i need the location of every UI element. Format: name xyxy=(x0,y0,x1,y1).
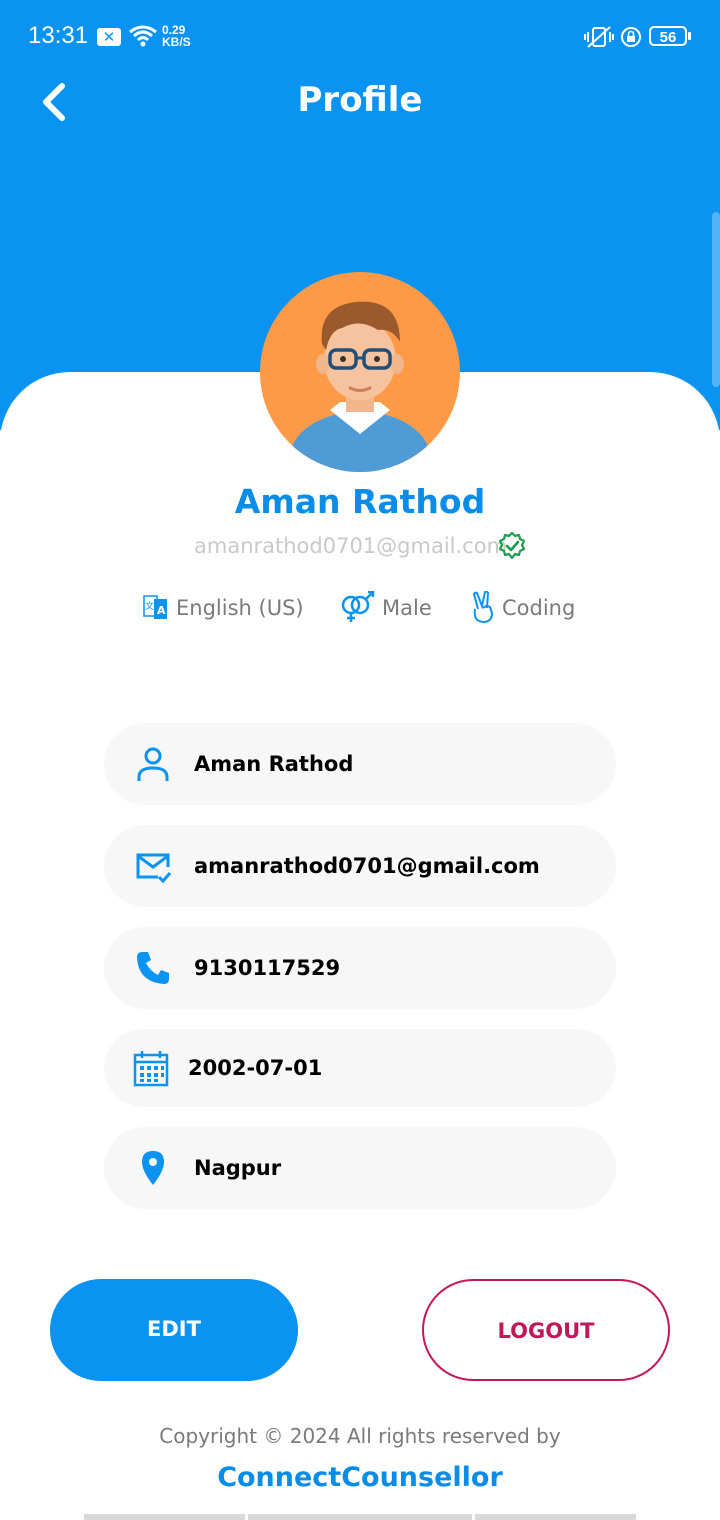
field-dob-value: 2002-07-01 xyxy=(188,1056,323,1080)
peace-hand-icon xyxy=(472,591,494,624)
field-name: Aman Rathod xyxy=(104,723,616,805)
network-speed: 0.29 KB/S xyxy=(162,24,191,48)
chip-interest: Coding xyxy=(470,588,575,628)
bottom-divider xyxy=(248,1514,472,1520)
rotation-lock-icon xyxy=(621,27,641,47)
person-icon xyxy=(137,747,169,781)
field-location-value: Nagpur xyxy=(194,1156,282,1180)
status-bar: 13:31 ✕ 0.29 KB/S 56 xyxy=(0,0,720,72)
page-title: Profile xyxy=(297,80,423,120)
phone-icon xyxy=(137,952,169,984)
field-name-value: Aman Rathod xyxy=(194,752,354,776)
status-time: 13:31 xyxy=(28,22,89,49)
translate-icon: A 文 xyxy=(143,595,167,619)
location-pin-icon xyxy=(142,1151,164,1185)
edit-button[interactable]: EDIT xyxy=(50,1279,298,1381)
profile-name: Aman Rathod xyxy=(234,482,486,521)
scroll-indicator[interactable] xyxy=(712,212,720,387)
svg-text:文: 文 xyxy=(145,600,154,612)
avatar xyxy=(260,272,460,472)
profile-email: amanrathod0701@gmail.com xyxy=(194,534,508,558)
bottom-divider xyxy=(84,1514,245,1520)
battery-indicator: 56 xyxy=(649,26,687,46)
vibrate-off-icon xyxy=(584,26,614,48)
notification-x-icon: ✕ xyxy=(97,28,121,46)
email-check-icon xyxy=(136,853,172,884)
svg-text:A: A xyxy=(157,604,166,617)
chip-gender: Male xyxy=(338,588,432,628)
avatar-illustration xyxy=(290,301,430,472)
field-phone: 9130117529 xyxy=(104,927,616,1009)
field-email: amanrathod0701@gmail.com xyxy=(104,825,616,907)
profile-chips: A 文 English (US) Male Coding xyxy=(0,588,720,628)
copyright-text: Copyright © 2024 All rights reserved by xyxy=(159,1424,561,1448)
verified-badge-icon xyxy=(498,531,526,560)
bottom-divider xyxy=(475,1514,636,1520)
battery-cap xyxy=(688,32,691,40)
speed-unit: KB/S xyxy=(162,35,191,49)
logout-button[interactable]: LOGOUT xyxy=(422,1279,670,1381)
gender-icon xyxy=(341,591,375,622)
brand-name: ConnectCounsellor xyxy=(217,1462,503,1493)
field-dob: 2002-07-01 xyxy=(104,1029,616,1107)
wifi-icon xyxy=(129,25,157,47)
chip-gender-label: Male xyxy=(382,596,432,620)
chip-interest-label: Coding xyxy=(502,596,576,620)
calendar-icon xyxy=(133,1051,169,1087)
chip-language: A 文 English (US) xyxy=(142,588,304,628)
field-location: Nagpur xyxy=(104,1127,616,1209)
field-email-value: amanrathod0701@gmail.com xyxy=(194,854,540,878)
chip-language-label: English (US) xyxy=(176,596,304,620)
field-phone-value: 9130117529 xyxy=(194,956,341,980)
